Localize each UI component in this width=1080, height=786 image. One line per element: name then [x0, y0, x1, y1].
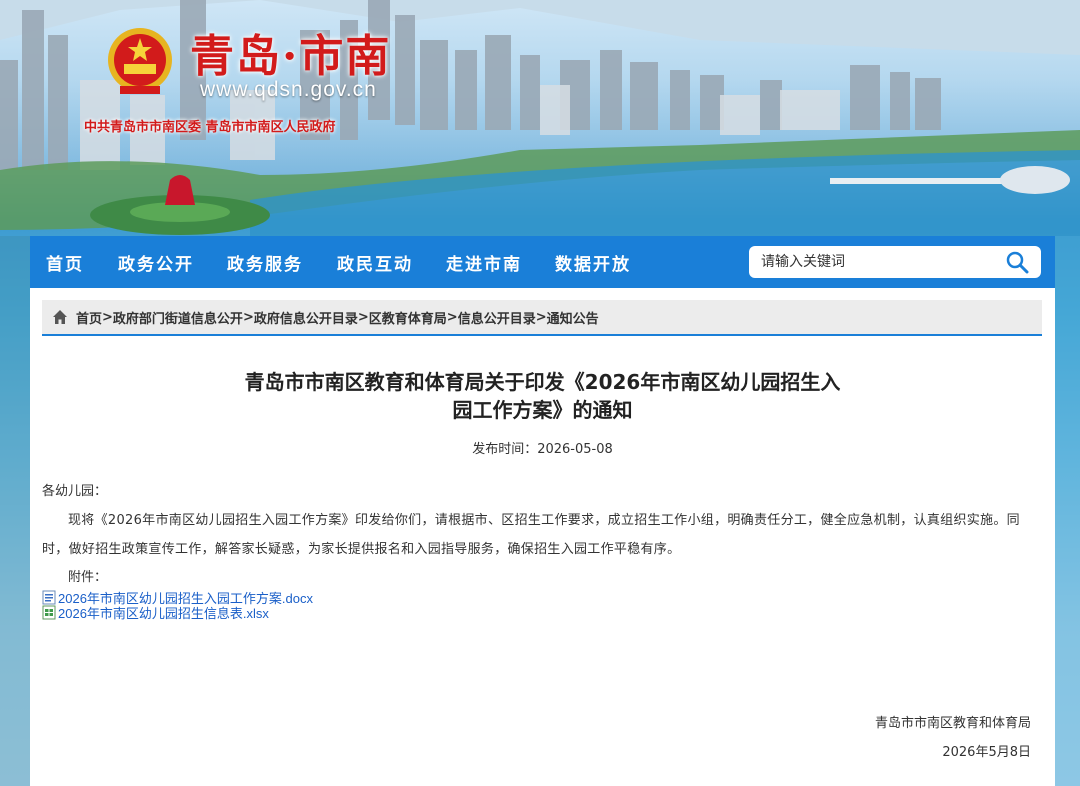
breadcrumb-info-catalog[interactable]: 信息公开目录: [458, 308, 536, 327]
search-icon[interactable]: [1005, 250, 1029, 274]
national-emblem-icon: [108, 28, 172, 94]
breadcrumb-separator: >: [102, 309, 113, 325]
breadcrumb-notices[interactable]: 通知公告: [547, 308, 599, 327]
signature-org: 青岛市市南区教育和体育局: [874, 716, 1031, 731]
attachments-label: 附件：: [68, 570, 108, 585]
publish-date-label: 发布时间：: [472, 442, 538, 457]
site-url: www.qdsn.gov.cn: [200, 78, 377, 101]
home-icon: [53, 310, 67, 324]
nav-item-interaction[interactable]: 政民互动: [337, 250, 413, 275]
signature-date: 2026年5月8日: [942, 745, 1031, 760]
xlsx-file-icon: [42, 605, 56, 620]
article-title-line1: 青岛市市南区教育和体育局关于印发《2026年市南区幼儿园招生入: [244, 370, 841, 394]
article-title-line2: 园工作方案》的通知: [452, 398, 633, 422]
nav-item-about-shinan[interactable]: 走进市南: [446, 250, 522, 275]
breadcrumb-separator: >: [446, 309, 458, 325]
attachment-name: 2026年市南区幼儿园招生信息表.xlsx: [58, 606, 269, 621]
main-nav: 首页 政务公开 政务服务 政民互动 走进市南 数据开放: [30, 236, 1055, 288]
attachment-link-xlsx[interactable]: 2026年市南区幼儿园招生信息表.xlsx: [42, 603, 269, 622]
search-input[interactable]: [759, 253, 993, 271]
nav-item-home[interactable]: 首页: [46, 250, 84, 275]
publish-date: 发布时间：2026-05-08: [30, 438, 1055, 457]
content-panel: 首页 > 政府部门街道信息公开 > 政府信息公开目录 > 区教育体育局 > 信息…: [30, 288, 1055, 786]
article-greeting: 各幼儿园：: [42, 484, 108, 499]
breadcrumb-separator: >: [535, 309, 547, 325]
breadcrumb-gov-info-catalog[interactable]: 政府信息公开目录: [254, 308, 358, 327]
article-title: 青岛市市南区教育和体育局关于印发《2026年市南区幼儿园招生入 园工作方案》的通…: [30, 368, 1055, 424]
breadcrumb-separator: >: [242, 309, 254, 325]
breadcrumb: 首页 > 政府部门街道信息公开 > 政府信息公开目录 > 区教育体育局 > 信息…: [42, 300, 1042, 336]
article-body: 现将《2026年市南区幼儿园招生入园工作方案》印发给你们，请根据市、区招生工作要…: [42, 513, 1020, 557]
breadcrumb-home[interactable]: 首页: [76, 308, 102, 327]
breadcrumb-dept-info[interactable]: 政府部门街道信息公开: [113, 308, 243, 327]
search-box: [749, 246, 1041, 278]
breadcrumb-education-bureau[interactable]: 区教育体育局: [369, 308, 447, 327]
site-title: 青岛·市南: [190, 31, 392, 82]
breadcrumb-separator: >: [357, 309, 369, 325]
nav-item-gov-services[interactable]: 政务服务: [227, 250, 303, 275]
nav-item-gov-affairs-open[interactable]: 政务公开: [118, 250, 194, 275]
site-orgs: 中共青岛市市南区委 青岛市市南区人民政府: [84, 120, 336, 135]
nav-item-open-data[interactable]: 数据开放: [555, 250, 631, 275]
publish-date-value: 2026-05-08: [537, 442, 613, 457]
